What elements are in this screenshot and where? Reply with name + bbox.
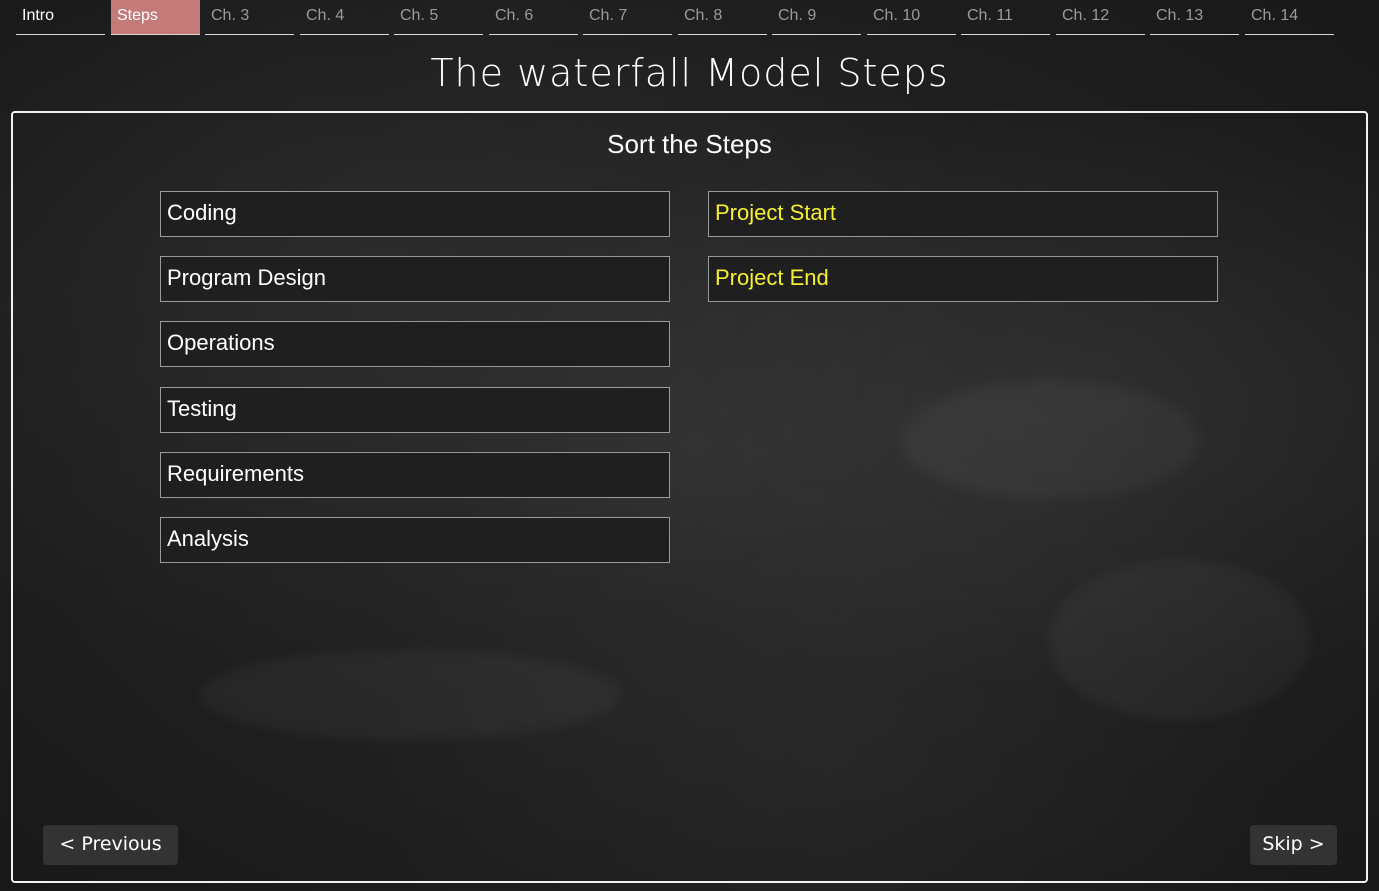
step-item-operations[interactable]: Operations (160, 321, 670, 367)
step-item-requirements[interactable]: Requirements (160, 452, 670, 498)
target-project-start[interactable]: Project Start (708, 191, 1218, 237)
skip-button[interactable]: Skip > (1250, 825, 1337, 865)
tab-steps[interactable]: Steps (111, 0, 200, 35)
tab-ch-10[interactable]: Ch. 10 (867, 0, 956, 35)
step-item-program-design[interactable]: Program Design (160, 256, 670, 302)
tab-ch-13[interactable]: Ch. 13 (1150, 0, 1239, 35)
step-item-coding[interactable]: Coding (160, 191, 670, 237)
page-title: The waterfall Model Steps (430, 51, 949, 95)
tab-ch-8[interactable]: Ch. 8 (678, 0, 767, 35)
step-item-testing[interactable]: Testing (160, 387, 670, 433)
tab-ch-12[interactable]: Ch. 12 (1056, 0, 1145, 35)
tab-ch-5[interactable]: Ch. 5 (394, 0, 483, 35)
tab-ch-9[interactable]: Ch. 9 (772, 0, 861, 35)
tab-ch-7[interactable]: Ch. 7 (583, 0, 672, 35)
step-item-analysis[interactable]: Analysis (160, 517, 670, 563)
panel-heading: Sort the Steps (607, 129, 772, 159)
tab-ch-11[interactable]: Ch. 11 (961, 0, 1050, 35)
tab-ch-3[interactable]: Ch. 3 (205, 0, 294, 35)
chapter-nav: Intro Steps Ch. 3 Ch. 4 Ch. 5 Ch. 6 Ch. … (16, 0, 1336, 36)
tab-ch-14[interactable]: Ch. 14 (1245, 0, 1334, 35)
sort-panel: Sort the Steps Coding Program Design Ope… (11, 111, 1368, 883)
tab-ch-4[interactable]: Ch. 4 (300, 0, 389, 35)
target-project-end[interactable]: Project End (708, 256, 1218, 302)
tab-ch-6[interactable]: Ch. 6 (489, 0, 578, 35)
previous-button[interactable]: < Previous (43, 825, 178, 865)
tab-intro[interactable]: Intro (16, 0, 105, 35)
